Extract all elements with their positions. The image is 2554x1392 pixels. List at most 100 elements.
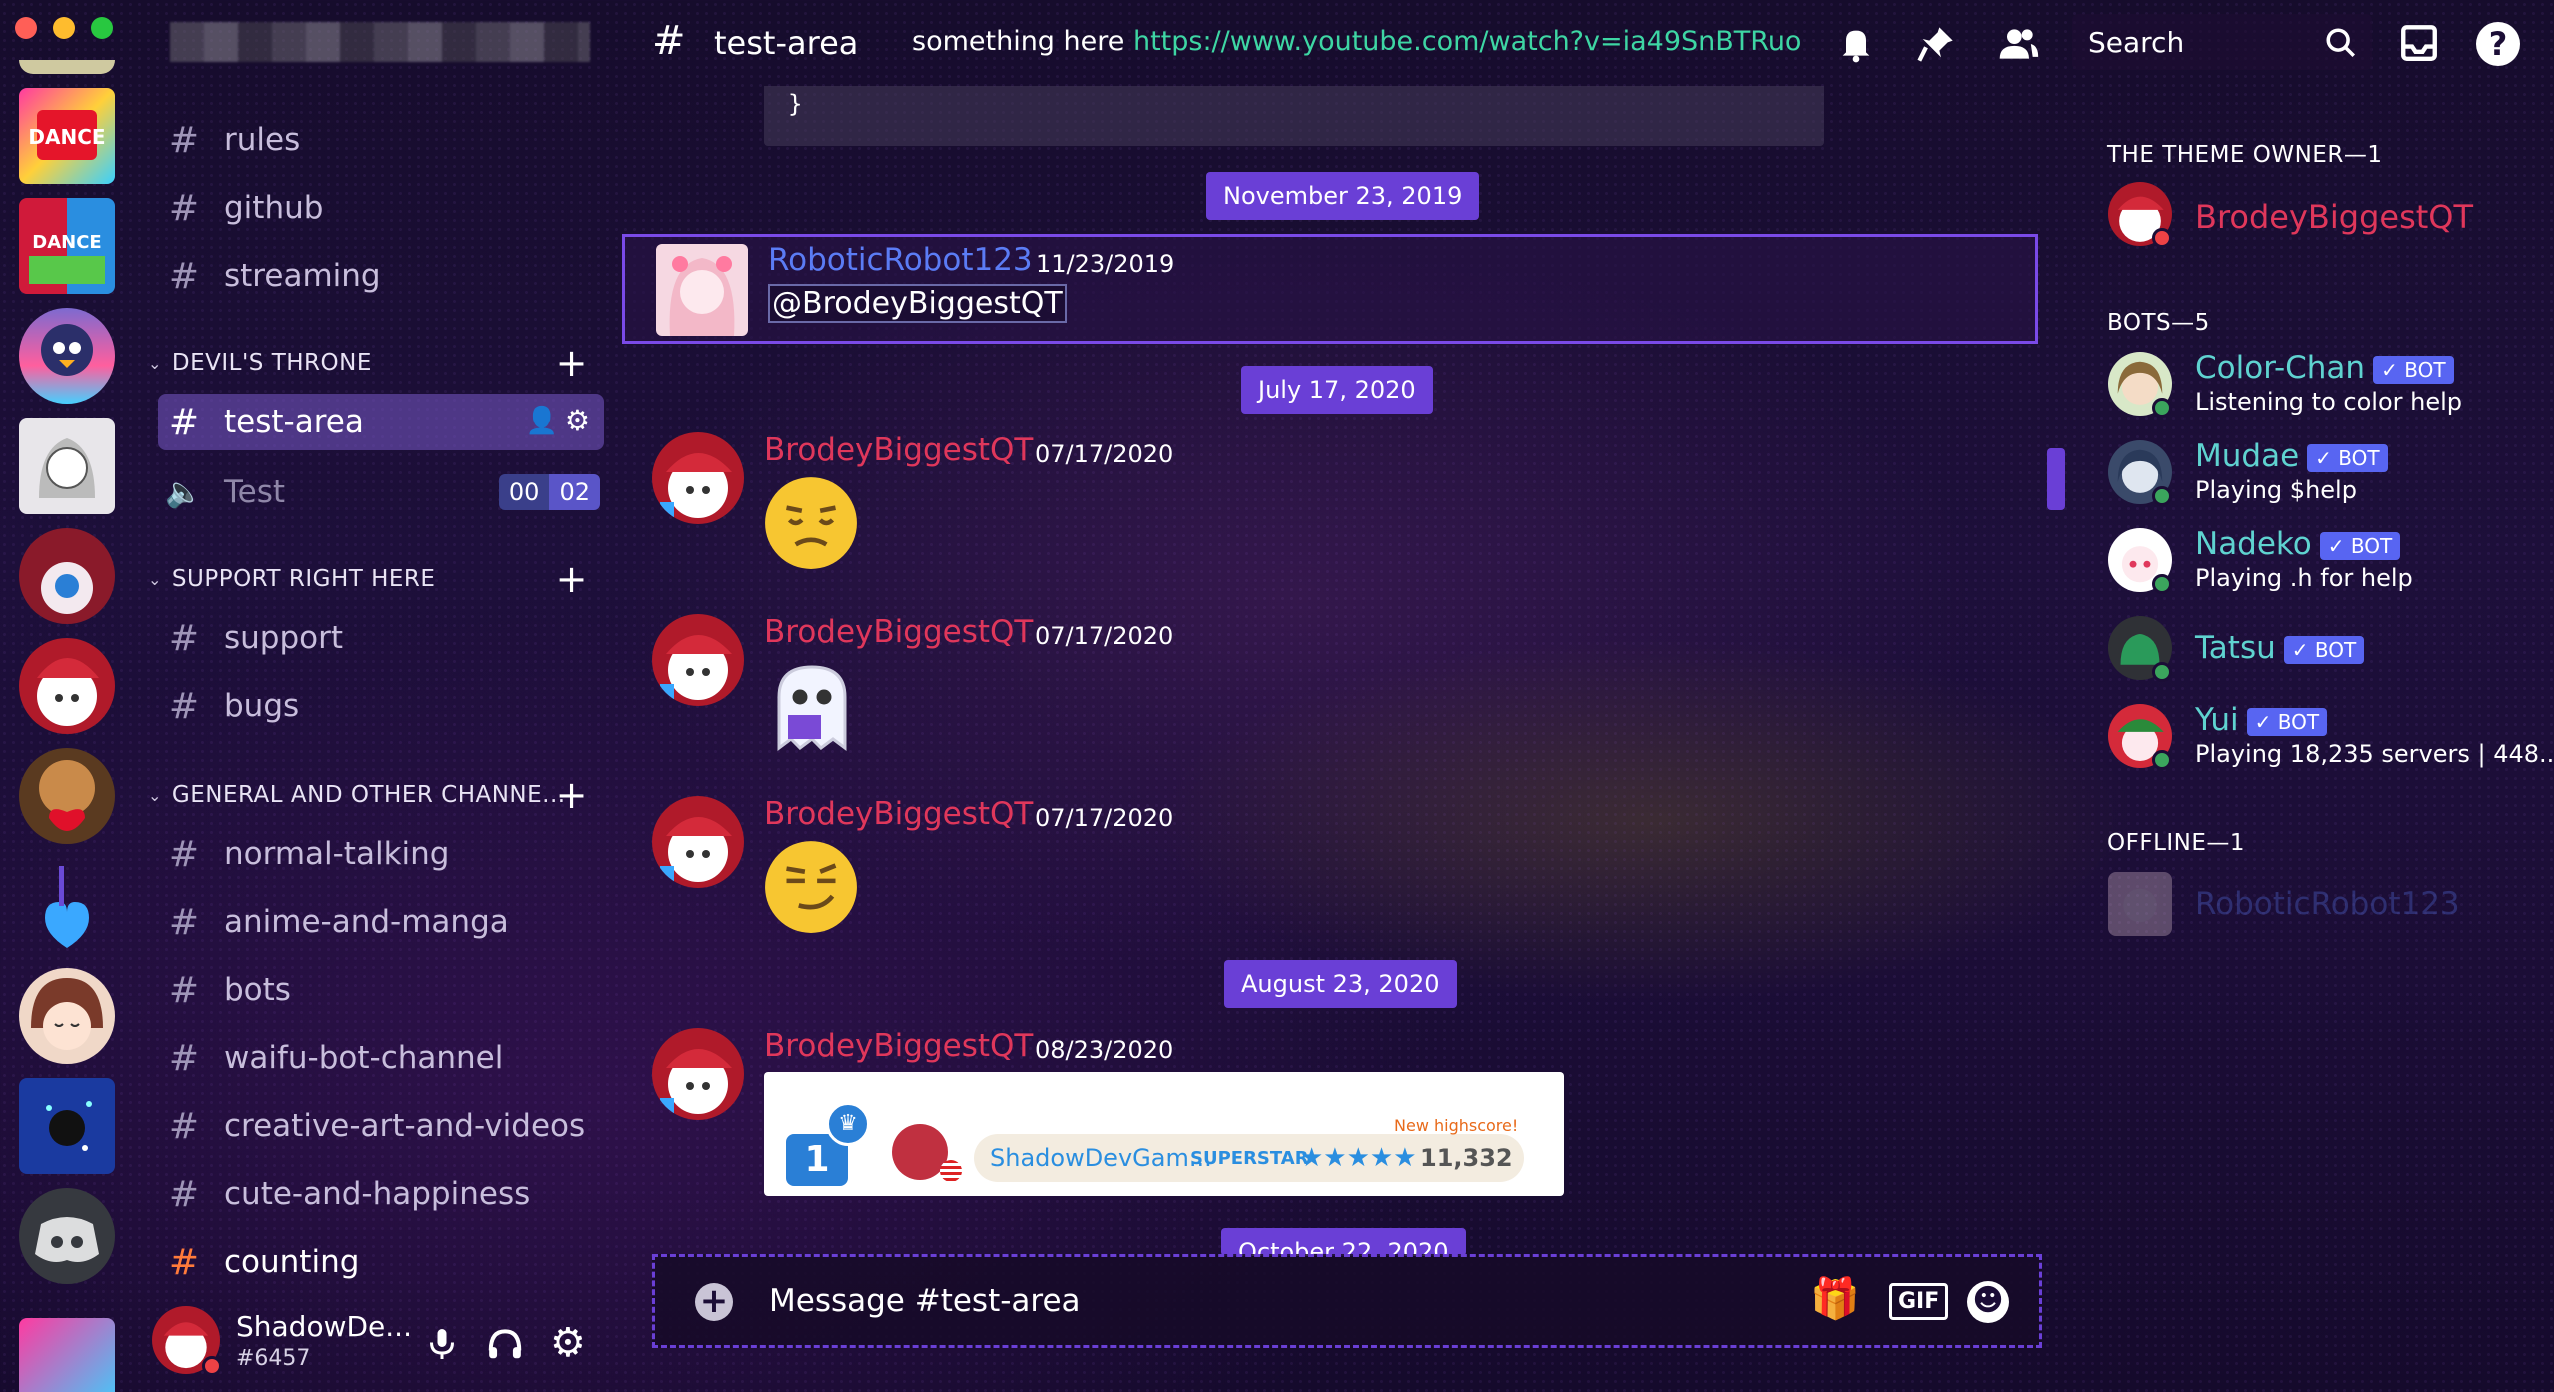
message-avatar[interactable] xyxy=(652,432,744,524)
server-icon-partial-bottom[interactable] xyxy=(19,1318,115,1392)
channel-waifu-bot-channel[interactable]: # waifu-bot-channel xyxy=(158,1030,604,1086)
chevron-down-icon: ⌄ xyxy=(148,353,162,373)
channel-anime-and-manga[interactable]: # anime-and-manga xyxy=(158,894,604,950)
member-offline-name[interactable]: RoboticRobot123 xyxy=(2195,886,2460,922)
server-icon-manga[interactable] xyxy=(19,418,115,514)
bot-tag: ✓ BOT xyxy=(2319,531,2401,560)
channel-bugs[interactable]: # bugs xyxy=(158,678,604,734)
voice-channel-test[interactable]: 🔈 Test 00 02 xyxy=(158,464,604,520)
server-icon-dog-heart[interactable] xyxy=(19,748,115,844)
member-activity: Playing 18,235 servers | 448... xyxy=(2195,740,2554,768)
status-online-icon xyxy=(2152,486,2172,506)
help-icon[interactable]: ? xyxy=(2476,22,2520,66)
server-icon-just-dance[interactable]: DANCE xyxy=(19,88,115,184)
server-icon-santa-girl[interactable] xyxy=(19,638,115,734)
channel-topic[interactable]: something here https://www.youtube.com/w… xyxy=(912,26,1801,57)
pin-icon[interactable] xyxy=(1916,24,1956,64)
channel-cute-and-happiness[interactable]: # cute-and-happiness xyxy=(158,1166,604,1222)
server-icon-sparkle[interactable] xyxy=(19,1078,115,1174)
upload-plus-button[interactable]: + xyxy=(695,1283,733,1321)
channel-test-area[interactable]: # test-area 👤 ⚙ xyxy=(158,394,604,450)
member-bot-color-chan[interactable]: Color-Chan ✓ BOT xyxy=(2195,350,2454,386)
member-bot-yui[interactable]: Yui ✓ BOT xyxy=(2195,702,2328,738)
window-close-button[interactable] xyxy=(15,17,37,39)
section-owner: THE THEME OWNER—1 xyxy=(2107,142,2383,168)
message-author[interactable]: BrodeyBiggestQT xyxy=(764,796,1033,832)
message-timestamp: 07/17/2020 xyxy=(1035,804,1174,832)
channel-creative-art-and-videos[interactable]: # creative-art-and-videos xyxy=(158,1098,604,1154)
message-author[interactable]: RoboticRobot123 xyxy=(768,242,1033,278)
message-author[interactable]: BrodeyBiggestQT xyxy=(764,432,1033,468)
server-icon-just-dance-community[interactable]: DANCE xyxy=(19,198,115,294)
channel-streaming[interactable]: # streaming xyxy=(158,248,604,304)
date-divider: August 23, 2020 xyxy=(1224,960,1457,1008)
gif-button[interactable]: GIF xyxy=(1889,1283,1949,1320)
category-general[interactable]: ⌄ GENERAL AND OTHER CHANNE... + xyxy=(148,776,588,814)
window-minimize-button[interactable] xyxy=(53,17,75,39)
message-avatar[interactable] xyxy=(652,796,744,888)
notification-bell-icon[interactable] xyxy=(1836,24,1876,64)
message-author[interactable]: BrodeyBiggestQT xyxy=(764,1028,1033,1064)
gear-icon[interactable]: ⚙ xyxy=(565,404,590,437)
emoji-picker-icon[interactable]: ☻ xyxy=(1967,1281,2009,1323)
member-owner-name[interactable]: BrodeyBiggestQT xyxy=(2195,198,2473,236)
hash-icon: # xyxy=(168,901,200,943)
ghost-sticker-emoji[interactable] xyxy=(764,658,860,754)
category-devils-throne[interactable]: ⌄ DEVIL'S THRONE + xyxy=(148,344,588,382)
category-support[interactable]: ⌄ SUPPORT RIGHT HERE + xyxy=(148,560,588,598)
server-icon-discord[interactable] xyxy=(19,1188,115,1284)
server-name-blurred[interactable] xyxy=(170,22,590,62)
message-input[interactable]: Message #test-area xyxy=(769,1283,1081,1319)
user-settings-gear-icon[interactable]: ⚙ xyxy=(550,1320,586,1366)
invite-icon[interactable]: 👤 xyxy=(526,406,558,436)
channel-normal-talking[interactable]: # normal-talking xyxy=(158,826,604,882)
member-bot-mudae[interactable]: Mudae ✓ BOT xyxy=(2195,438,2388,474)
server-icon-blue-heart-note[interactable] xyxy=(19,858,115,954)
server-icon-anime-girl[interactable] xyxy=(19,968,115,1064)
message-avatar[interactable] xyxy=(652,1028,744,1120)
server-icon-penguin[interactable] xyxy=(19,308,115,404)
message-avatar[interactable] xyxy=(656,244,748,336)
hash-icon: # xyxy=(168,617,200,659)
member-bot-nadeko[interactable]: Nadeko ✓ BOT xyxy=(2195,526,2401,562)
svg-text:DANCE: DANCE xyxy=(28,125,105,149)
server-icon-shadows-collection[interactable] xyxy=(19,528,115,624)
gift-icon[interactable]: 🎁 xyxy=(1810,1275,1860,1322)
topic-link[interactable]: https://www.youtube.com/watch?v=ia49SnBT… xyxy=(1133,26,1802,57)
add-channel-button[interactable]: + xyxy=(556,560,588,598)
window-zoom-button[interactable] xyxy=(91,17,113,39)
text-channel-icon: # xyxy=(652,18,686,64)
message-author[interactable]: BrodeyBiggestQT xyxy=(764,614,1033,650)
scrollbar-thumb[interactable] xyxy=(2047,448,2065,510)
code-block: } xyxy=(764,86,1824,146)
member-avatar[interactable] xyxy=(2108,872,2172,936)
member-list-icon[interactable] xyxy=(1996,22,2040,66)
user-mention[interactable]: @BrodeyBiggestQT xyxy=(768,284,1067,323)
status-online-icon xyxy=(2152,398,2172,418)
add-channel-button[interactable]: + xyxy=(556,776,588,814)
user-status-dnd-icon xyxy=(202,1356,222,1376)
server-icon-partial[interactable] xyxy=(19,60,115,74)
message-avatar[interactable] xyxy=(652,614,744,706)
chevron-down-icon: ⌄ xyxy=(148,785,162,805)
hash-icon: # xyxy=(168,401,200,443)
highscore-image-embed[interactable]: 1 ♛ ShadowDevGam... SUPERSTAR ★★★★★ 11,3… xyxy=(764,1072,1564,1196)
voice-user-count: 00 02 xyxy=(498,474,600,510)
headphones-icon[interactable] xyxy=(486,1324,524,1364)
pensive-face-emoji[interactable] xyxy=(762,474,860,572)
inbox-icon[interactable] xyxy=(2398,22,2440,64)
search-input[interactable]: Search xyxy=(2072,14,2372,70)
status-online-icon xyxy=(2152,662,2172,682)
smirk-face-emoji[interactable] xyxy=(762,838,860,936)
microphone-icon[interactable] xyxy=(424,1324,460,1364)
channel-counting[interactable]: # counting xyxy=(158,1234,604,1290)
channel-rules[interactable]: # rules xyxy=(158,112,604,168)
member-bot-tatsu[interactable]: Tatsu ✓ BOT xyxy=(2195,630,2365,666)
member-activity: Playing .h for help xyxy=(2195,564,2413,592)
channel-github[interactable]: # github xyxy=(158,180,604,236)
channel-support[interactable]: # support xyxy=(158,610,604,666)
add-channel-button[interactable]: + xyxy=(556,344,588,382)
date-divider: July 17, 2020 xyxy=(1241,366,1433,414)
channel-bots[interactable]: # bots xyxy=(158,962,604,1018)
date-divider: October 22, 2020 xyxy=(1221,1228,1466,1256)
